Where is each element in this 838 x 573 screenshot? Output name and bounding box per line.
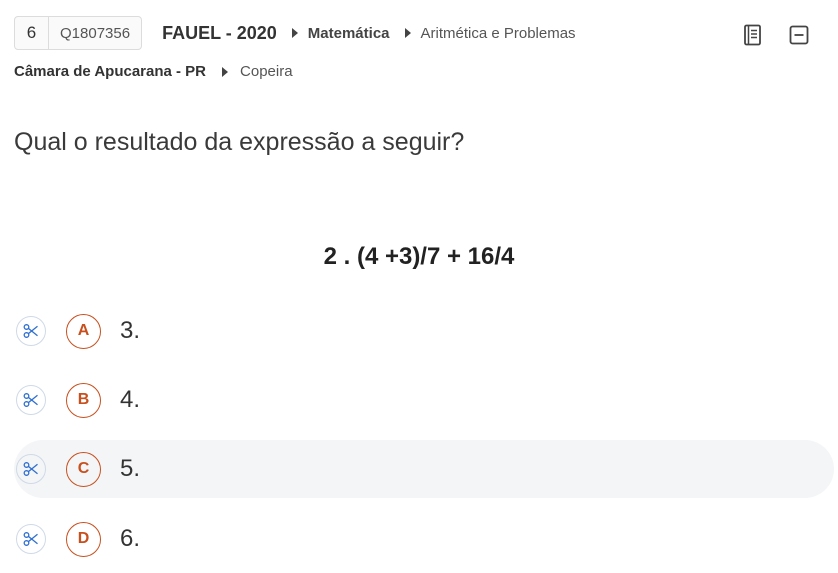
- option-text[interactable]: 5.: [120, 455, 140, 483]
- option-text[interactable]: 4.: [120, 386, 140, 414]
- option-text[interactable]: 6.: [120, 525, 140, 553]
- notebook-icon[interactable]: [742, 24, 764, 46]
- exam-label[interactable]: FAUEL - 2020: [162, 23, 277, 44]
- topic-label[interactable]: Aritmética e Problemas: [421, 25, 576, 42]
- breadcrumb-arrow-icon: [222, 66, 229, 77]
- question-header: 6 Q1807356 FAUEL - 2020 Matemática Aritm…: [14, 16, 824, 50]
- question-number: 6: [15, 17, 49, 49]
- scissors-icon[interactable]: [16, 524, 46, 554]
- option-d[interactable]: D 6.: [14, 510, 834, 568]
- option-b[interactable]: B 4.: [14, 371, 834, 429]
- option-letter[interactable]: C: [66, 451, 101, 487]
- breadcrumb: Câmara de Apucarana - PR Copeira: [14, 63, 293, 80]
- option-letter[interactable]: A: [66, 313, 101, 349]
- scissors-icon[interactable]: [16, 454, 46, 484]
- subject-label[interactable]: Matemática: [308, 25, 390, 42]
- breadcrumb-arrow-icon: [404, 28, 411, 38]
- question-expression: 2 . (4 +3)/7 + 16/4: [323, 243, 515, 270]
- option-text[interactable]: 3.: [120, 317, 140, 345]
- question-tools: [742, 24, 810, 46]
- question-id[interactable]: Q1807356: [49, 17, 141, 49]
- option-a[interactable]: A 3.: [14, 302, 834, 360]
- question-id-box: 6 Q1807356: [14, 16, 143, 50]
- collapse-icon[interactable]: [788, 24, 810, 46]
- position-label[interactable]: Copeira: [240, 63, 293, 80]
- breadcrumb-arrow-icon: [291, 28, 298, 38]
- scissors-icon[interactable]: [16, 316, 46, 346]
- question-statement: Qual o resultado da expressão a seguir?: [14, 128, 465, 156]
- option-c[interactable]: C 5.: [14, 440, 834, 498]
- option-letter[interactable]: B: [66, 382, 101, 418]
- scissors-icon[interactable]: [16, 385, 46, 415]
- option-letter[interactable]: D: [66, 521, 101, 557]
- organization-label[interactable]: Câmara de Apucarana - PR: [14, 63, 206, 80]
